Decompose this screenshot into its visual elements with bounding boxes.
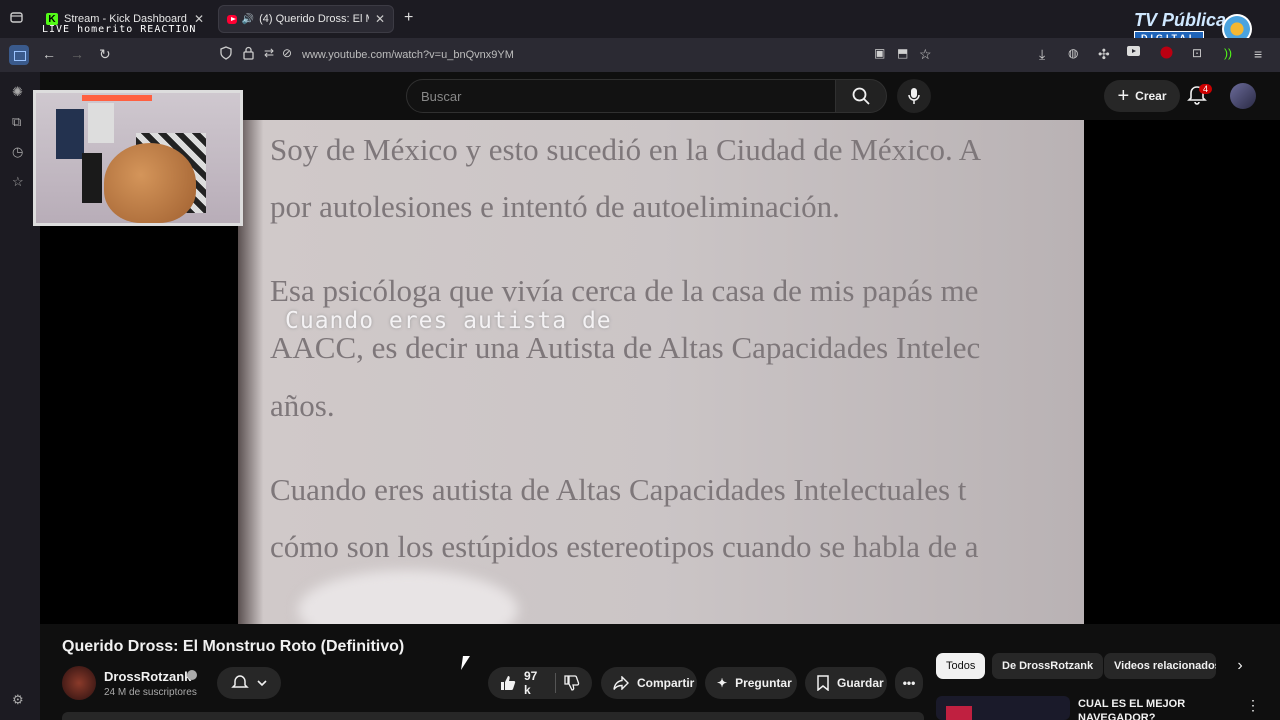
webcam-top-strip [82,95,152,101]
more-actions-button[interactable]: ••• [895,667,923,699]
like-count: 97 k [524,669,538,697]
chips-next-arrow-icon[interactable]: › [1228,653,1252,679]
more-dots-icon: ••• [902,676,916,690]
chip-todos[interactable]: Todos [936,653,986,679]
share-label: Compartir [637,676,695,690]
chip-channel[interactable]: De DrossRotzank [992,653,1104,679]
save-button[interactable]: Guardar [805,667,887,699]
ublock-icon[interactable] [1160,46,1173,59]
account-avatar[interactable] [1230,83,1256,109]
subscriber-count: 24 M de suscriptores [104,687,197,698]
bell-icon [231,674,249,692]
search-button[interactable] [835,79,887,113]
plus-icon: + [1117,84,1130,107]
dislike-button[interactable] [564,675,580,691]
close-tab-icon[interactable]: ✕ [369,12,385,26]
recommendation-thumbnail[interactable] [936,696,1070,720]
wall-poster [82,153,102,203]
video-subtitle: Cuando eres autista de [285,308,612,334]
ai-chat-icon[interactable]: ✺ [12,84,23,100]
bookmark-icon [817,675,829,691]
permissions-icon[interactable]: ⇄ [264,46,274,60]
thumbs-up-icon [500,675,516,691]
video-title: Querido Dross: El Monstruo Roto (Definit… [62,638,405,655]
extension-icon[interactable]: ◍ [1068,46,1078,60]
share-arrow-icon [613,676,629,690]
muted-icon[interactable]: ⊘ [282,46,292,60]
channel-avatar[interactable] [62,666,96,700]
stream-overlay-text: LIVE homerito REACTION [42,24,197,35]
new-tab-button[interactable]: + [404,9,413,27]
search-input[interactable]: Buscar [406,79,836,113]
webcam-overlay [33,90,243,226]
channel-name[interactable]: DrossRotzank [104,669,191,684]
recommendation-title[interactable]: CUAL ES EL MEJOR NAVEGADOR? [1078,697,1228,720]
extensions-puzzle-icon[interactable]: ✣ [1098,46,1110,63]
video-blur-shape [298,570,518,624]
video-text-line: AACC, es decir una Autista de Altas Capa… [270,330,981,365]
wall-poster [88,103,114,143]
share-button[interactable]: Compartir [601,667,697,699]
save-to-pocket-icon[interactable]: ⬒ [897,46,908,60]
subscription-bell-button[interactable] [217,667,281,699]
forward-icon[interactable]: → [70,46,84,62]
reload-icon[interactable]: ↻ [99,46,111,63]
video-frame: Soy de México y esto sucedió en la Ciuda… [238,120,1084,624]
synced-tabs-icon[interactable]: ⧉ [12,114,21,130]
thumbs-down-icon [564,675,580,691]
mouse-cursor-icon [461,656,470,670]
browser-nav-bar: ← → ↻ ⇄ ⊘ www.youtube.com/watch?v=u_bnQv… [0,38,1280,72]
speaker-icon[interactable]: 🔊 [242,14,254,25]
chevron-down-icon [257,679,267,687]
description-box[interactable] [62,712,924,720]
lock-icon[interactable] [243,46,254,60]
url-field[interactable]: www.youtube.com/watch?v=u_bnQvnx9YM [302,49,514,61]
bookmarks-icon[interactable]: ☆ [12,174,24,190]
logo-line1: TV Pública [1134,10,1227,30]
tab-label: (4) Querido Dross: El Monst [259,13,369,25]
back-icon[interactable]: ← [42,46,56,62]
settings-gear-icon[interactable]: ⚙ [12,692,24,708]
video-text-line: años. [270,388,335,423]
shield-icon[interactable] [220,46,232,60]
verified-badge-icon [187,670,197,680]
youtube-icon [227,14,237,24]
browser-tab-strip: K Stream - Kick Dashboard ✕ 🔊 (4) Querid… [0,0,1280,45]
search-icon [852,87,870,105]
like-button[interactable]: 97 k [500,669,543,697]
tab-youtube-video[interactable]: 🔊 (4) Querido Dross: El Monst ✕ [218,5,394,33]
bookmark-star-icon[interactable]: ☆ [919,46,932,63]
wall-poster [56,109,84,159]
ask-button[interactable]: ✦ Preguntar [705,667,797,699]
notification-count-badge: 4 [1199,84,1213,94]
tab-overview-icon[interactable] [10,11,23,24]
video-text-line: Cuando eres autista de Altas Capacidades… [270,472,967,507]
bird-mask [104,143,196,223]
ask-label: Preguntar [735,676,792,690]
save-label: Guardar [837,676,884,690]
video-text-line: Soy de México y esto sucedió en la Ciuda… [270,132,982,167]
recommendation-menu-icon[interactable]: ⋮ [1246,697,1260,714]
broadcast-icon[interactable]: )) [1224,46,1232,60]
container-icon[interactable]: ⊡ [1192,46,1202,60]
menu-icon[interactable]: ≡ [1254,46,1262,62]
like-dislike-group: 97 k [488,667,592,699]
video-text-line: Esa psicóloga que vivía cerca de la casa… [270,273,979,308]
video-text-line: cómo son los estúpidos estereotipos cuan… [270,529,979,564]
video-text-line: por autolesiones e intentó de autoelimin… [270,189,840,224]
reader-view-icon[interactable]: ▣ [874,46,885,60]
downloads-icon[interactable]: ⤓ [1039,46,1045,63]
youtube-extension-icon[interactable] [1127,46,1140,56]
chip-related[interactable]: Videos relacionados [1104,653,1216,679]
like-divider [555,673,556,693]
create-button[interactable]: + Crear [1104,80,1180,112]
voice-search-button[interactable] [897,79,931,113]
create-label: Crear [1135,89,1167,103]
sidebar-toggle-button[interactable] [9,45,29,65]
history-icon[interactable]: ◷ [12,144,23,160]
sparkle-icon: ✦ [717,676,728,690]
microphone-icon [908,87,920,105]
